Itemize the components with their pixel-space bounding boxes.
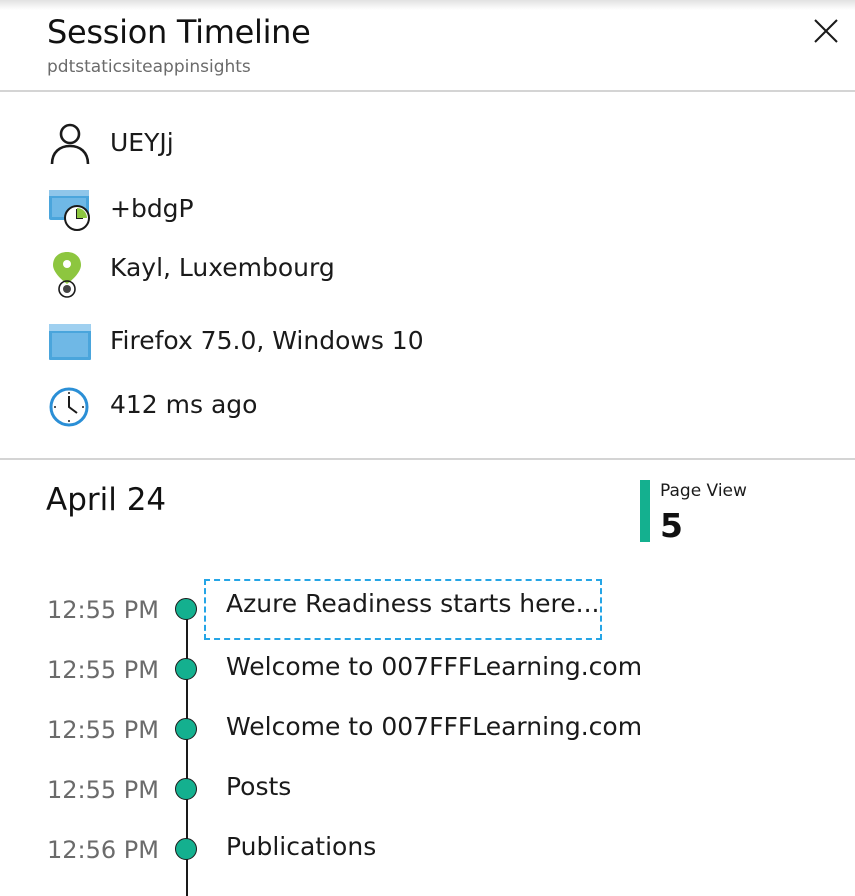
user-row: UEYJj bbox=[46, 118, 806, 168]
panel-title: Session Timeline bbox=[47, 13, 311, 51]
panel-header: Session Timeline pdtstaticsiteappinsight… bbox=[0, 0, 855, 91]
page-view-summary[interactable]: Page View 5 bbox=[640, 480, 820, 545]
event-title-link[interactable]: Welcome to 007FFFLearning.com bbox=[226, 652, 642, 681]
event-time: 12:55 PM bbox=[47, 656, 159, 684]
timeline-event: 12:55 PM Posts bbox=[0, 772, 855, 826]
clock-icon bbox=[49, 387, 89, 427]
page-view-count: 5 bbox=[660, 506, 683, 545]
event-dot bbox=[175, 718, 197, 740]
event-dot bbox=[175, 658, 197, 680]
session-row: +bdgP bbox=[46, 186, 806, 236]
browser-text: Firefox 75.0, Windows 10 bbox=[110, 326, 424, 355]
session-clock-window-icon bbox=[49, 190, 90, 231]
event-dot bbox=[175, 778, 197, 800]
close-button[interactable] bbox=[808, 13, 844, 49]
time-ago: 412 ms ago bbox=[110, 390, 258, 419]
map-pin-icon bbox=[53, 252, 81, 298]
event-dot bbox=[175, 838, 197, 860]
location-text: Kayl, Luxembourg bbox=[110, 253, 335, 282]
event-time: 12:55 PM bbox=[47, 596, 159, 624]
time-row: 412 ms ago bbox=[46, 382, 806, 432]
event-time: 12:55 PM bbox=[47, 776, 159, 804]
location-row: Kayl, Luxembourg bbox=[46, 250, 806, 300]
browser-window-icon bbox=[49, 324, 91, 360]
event-time: 12:55 PM bbox=[47, 716, 159, 744]
header-divider bbox=[0, 90, 855, 92]
event-title-link[interactable]: Posts bbox=[226, 772, 291, 801]
browser-row: Firefox 75.0, Windows 10 bbox=[46, 320, 806, 370]
timeline-event: 12:55 PM Welcome to 007FFFLearning.com bbox=[0, 652, 855, 706]
details-divider bbox=[0, 458, 855, 460]
event-title-link[interactable]: Azure Readiness starts here... bbox=[204, 579, 602, 640]
user-id: UEYJj bbox=[110, 128, 174, 157]
page-view-color-bar bbox=[640, 480, 650, 542]
event-title-link[interactable]: Welcome to 007FFFLearning.com bbox=[226, 712, 642, 741]
panel-subtitle: pdtstaticsiteappinsights bbox=[47, 57, 251, 77]
session-id: +bdgP bbox=[110, 194, 194, 223]
timeline-date: April 24 bbox=[46, 482, 167, 518]
close-icon bbox=[814, 19, 838, 43]
timeline-event: 12:56 PM Publications bbox=[0, 832, 855, 886]
timeline-event: 12:55 PM Azure Readiness starts here... bbox=[0, 579, 855, 646]
event-title-link[interactable]: Publications bbox=[226, 832, 376, 861]
page-view-label: Page View bbox=[660, 481, 747, 501]
event-time: 12:56 PM bbox=[47, 836, 159, 864]
timeline-event: 12:55 PM Welcome to 007FFFLearning.com bbox=[0, 712, 855, 766]
event-dot bbox=[175, 598, 197, 620]
user-icon bbox=[50, 123, 90, 165]
